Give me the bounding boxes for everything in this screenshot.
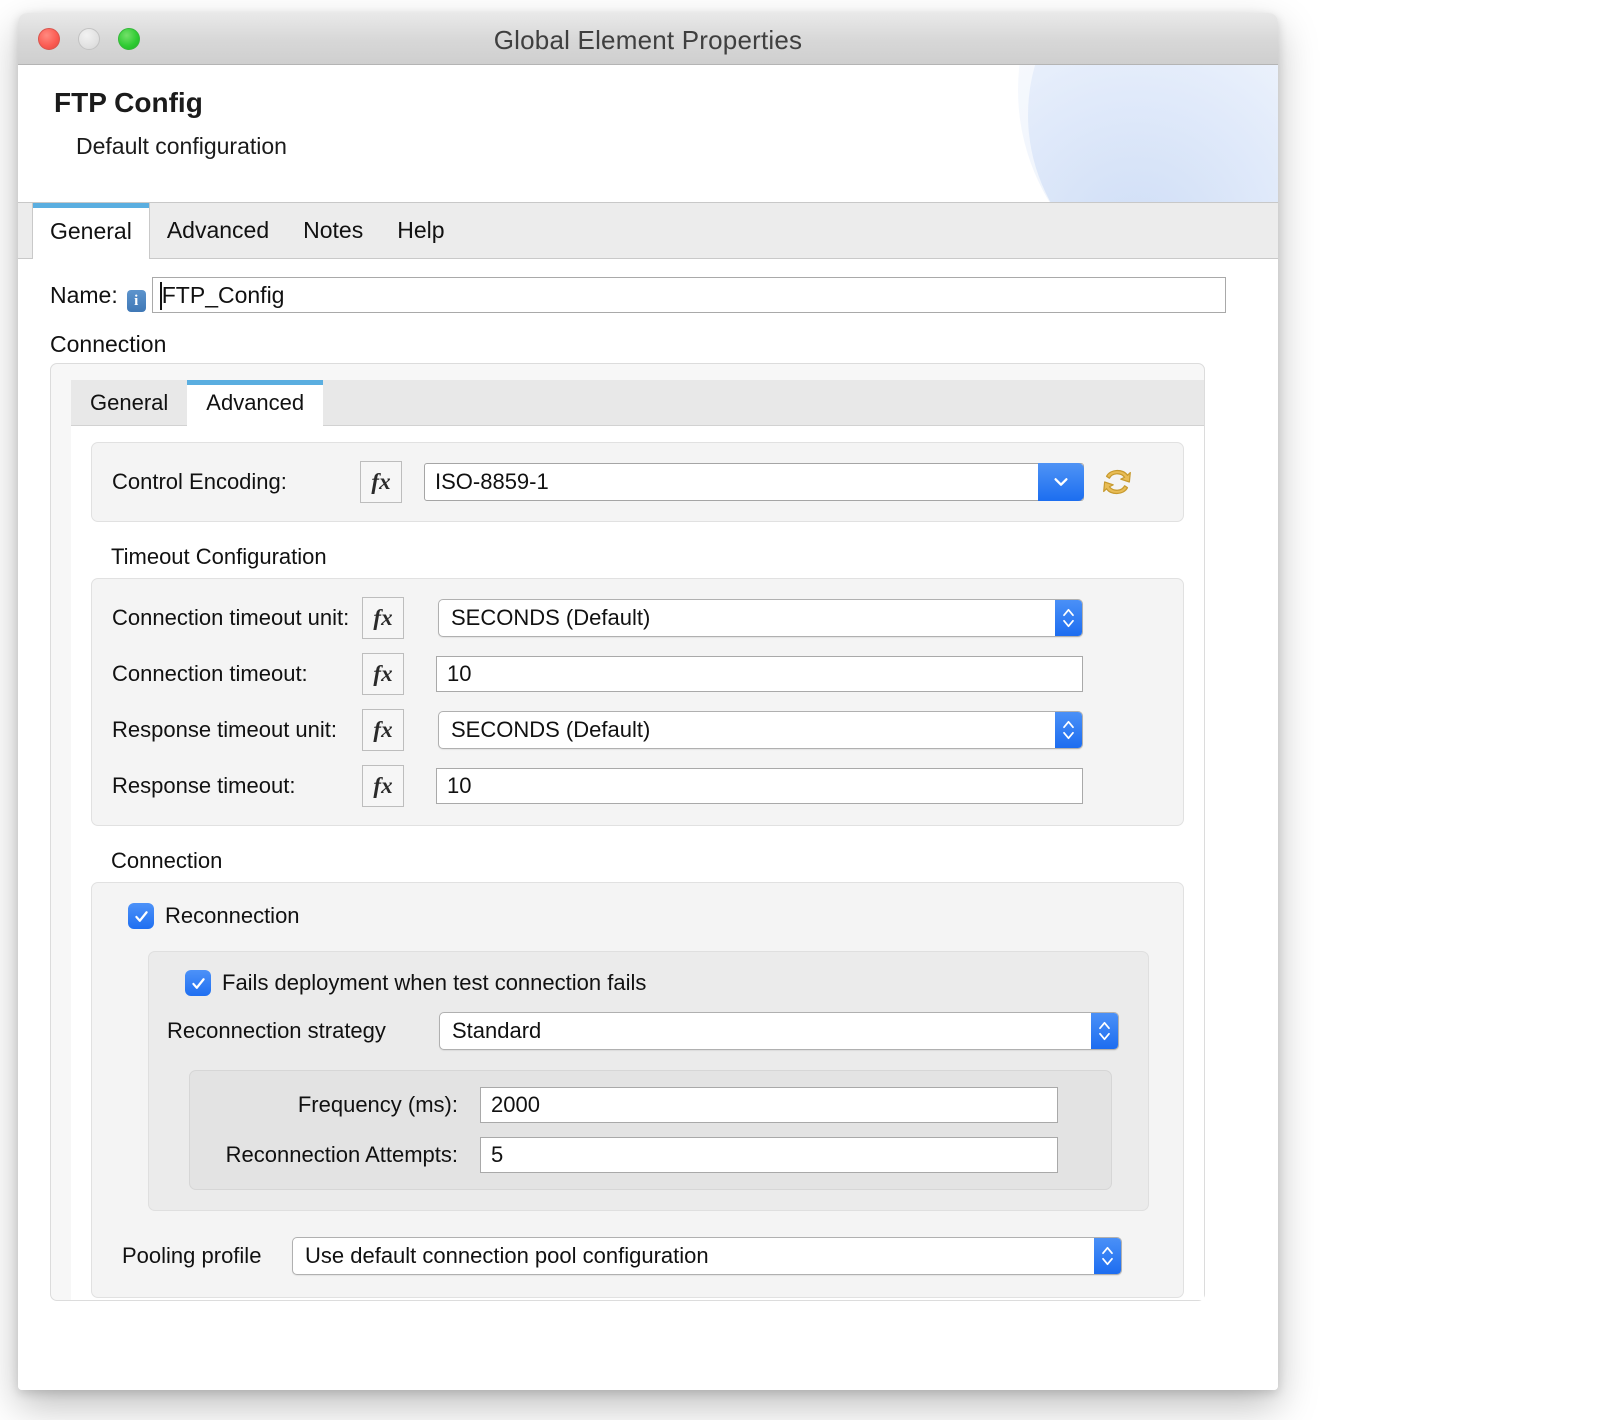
response-timeout-fx-button[interactable]: fx xyxy=(362,765,404,807)
reconnection-values-card: Frequency (ms): 2000 Reconnection Attemp… xyxy=(189,1070,1112,1190)
tab-help[interactable]: Help xyxy=(380,203,461,258)
banner-decoration-inner xyxy=(1028,65,1278,203)
screenshot-root: Global Element Properties FTP Config Def… xyxy=(0,0,1618,1420)
tab-general-label: General xyxy=(50,218,132,245)
frequency-row: Frequency (ms): 2000 xyxy=(208,1087,1093,1123)
connection-timeout-fx-button[interactable]: fx xyxy=(362,653,404,695)
connection-section-label: Connection xyxy=(50,331,166,358)
fails-deployment-checkbox-label: Fails deployment when test connection fa… xyxy=(222,970,646,996)
response-timeout-input[interactable]: 10 xyxy=(436,768,1083,804)
reconnection-attempts-input[interactable]: 5 xyxy=(480,1137,1058,1173)
reconnection-settings-card: Fails deployment when test connection fa… xyxy=(148,951,1149,1211)
inner-tab-bar: General Advanced xyxy=(71,380,1204,426)
tab-advanced[interactable]: Advanced xyxy=(150,203,286,258)
response-timeout-unit-combo[interactable]: SECONDS (Default) xyxy=(438,711,1083,749)
connection-timeout-unit-label: Connection timeout unit: xyxy=(112,605,362,631)
tab-help-label: Help xyxy=(397,217,444,244)
reconnection-attempts-row: Reconnection Attempts: 5 xyxy=(208,1137,1093,1173)
inner-tab-general-label: General xyxy=(90,390,168,416)
connection-timeout-value: 10 xyxy=(447,661,471,687)
outer-tab-bar: General Advanced Notes Help xyxy=(18,203,1278,259)
name-input-value: FTP_Config xyxy=(162,282,285,309)
content-bottom-padding xyxy=(91,1298,1184,1354)
reconnection-strategy-label: Reconnection strategy xyxy=(167,1018,439,1044)
tab-general[interactable]: General xyxy=(32,203,150,259)
connection-timeout-label: Connection timeout: xyxy=(112,661,362,687)
inner-tab-advanced[interactable]: Advanced xyxy=(187,380,323,426)
reconnection-attempts-value: 5 xyxy=(491,1142,503,1168)
frequency-label: Frequency (ms): xyxy=(208,1092,480,1118)
name-input[interactable]: FTP_Config xyxy=(152,277,1226,313)
fails-deployment-checkbox-row[interactable]: Fails deployment when test connection fa… xyxy=(185,970,1130,996)
pooling-profile-row: Pooling profile Use default connection p… xyxy=(122,1237,1163,1275)
stepper-arrows-icon[interactable] xyxy=(1094,1238,1121,1274)
response-timeout-label: Response timeout: xyxy=(112,773,362,799)
header-banner: FTP Config Default configuration xyxy=(18,65,1278,203)
timeout-configuration-card: Connection timeout unit: fx SECONDS (Def… xyxy=(91,578,1184,826)
inner-tab-advanced-label: Advanced xyxy=(206,390,304,416)
reconnection-strategy-value: Standard xyxy=(452,1018,541,1044)
pooling-profile-label: Pooling profile xyxy=(122,1243,292,1269)
reconnection-checkbox-label: Reconnection xyxy=(165,903,300,929)
reconnection-strategy-row: Reconnection strategy Standard xyxy=(167,1012,1130,1050)
page-title: FTP Config xyxy=(54,87,203,119)
pooling-profile-combo[interactable]: Use default connection pool configuratio… xyxy=(292,1237,1122,1275)
tab-notes[interactable]: Notes xyxy=(286,203,380,258)
frequency-value: 2000 xyxy=(491,1092,540,1118)
connection-group-card: Reconnection Fails deployment when test … xyxy=(91,882,1184,1298)
control-encoding-combo[interactable]: ISO-8859-1 xyxy=(424,463,1084,501)
control-encoding-fx-button[interactable]: fx xyxy=(360,461,402,503)
chevron-down-icon[interactable] xyxy=(1038,463,1084,501)
control-encoding-row: Control Encoding: fx ISO-8859-1 xyxy=(112,461,1163,503)
control-encoding-value: ISO-8859-1 xyxy=(435,469,549,495)
stepper-arrows-icon[interactable] xyxy=(1055,712,1082,748)
timeout-configuration-title: Timeout Configuration xyxy=(111,544,1184,570)
pooling-profile-value: Use default connection pool configuratio… xyxy=(305,1243,709,1269)
inner-tab-general[interactable]: General xyxy=(71,380,187,425)
text-caret xyxy=(160,282,162,310)
window-titlebar: Global Element Properties xyxy=(18,13,1278,65)
refresh-icon[interactable] xyxy=(1098,463,1136,501)
reconnection-attempts-label: Reconnection Attempts: xyxy=(208,1142,480,1168)
tab-notes-label: Notes xyxy=(303,217,363,244)
response-timeout-value: 10 xyxy=(447,773,471,799)
info-icon[interactable]: i xyxy=(127,290,146,312)
connection-timeout-unit-fx-button[interactable]: fx xyxy=(362,597,404,639)
response-timeout-unit-fx-button[interactable]: fx xyxy=(362,709,404,751)
stepper-arrows-icon[interactable] xyxy=(1091,1013,1118,1049)
response-timeout-row: Response timeout: fx 10 xyxy=(112,765,1163,807)
connection-timeout-unit-row: Connection timeout unit: fx SECONDS (Def… xyxy=(112,597,1163,639)
main-content: Name: i FTP_Config Connection General Ad… xyxy=(18,259,1278,1390)
global-element-properties-window: Global Element Properties FTP Config Def… xyxy=(18,13,1278,1390)
window-title: Global Element Properties xyxy=(18,25,1278,56)
name-label: Name: xyxy=(50,282,118,309)
control-encoding-card: Control Encoding: fx ISO-8859-1 xyxy=(91,442,1184,522)
name-row: Name: i FTP_Config xyxy=(18,277,1278,313)
response-timeout-unit-row: Response timeout unit: fx SECONDS (Defau… xyxy=(112,709,1163,751)
tab-advanced-label: Advanced xyxy=(167,217,269,244)
reconnection-checkbox-row[interactable]: Reconnection xyxy=(128,903,1163,929)
frequency-input[interactable]: 2000 xyxy=(480,1087,1058,1123)
reconnection-checkbox[interactable] xyxy=(128,903,154,929)
control-encoding-label: Control Encoding: xyxy=(112,469,360,495)
response-timeout-unit-value: SECONDS (Default) xyxy=(451,717,650,743)
page-subtitle: Default configuration xyxy=(76,133,287,160)
inner-tab-content: Control Encoding: fx ISO-8859-1 xyxy=(71,426,1204,1300)
connection-timeout-unit-value: SECONDS (Default) xyxy=(451,605,650,631)
stepper-arrows-icon[interactable] xyxy=(1055,600,1082,636)
connection-timeout-unit-combo[interactable]: SECONDS (Default) xyxy=(438,599,1083,637)
fails-deployment-checkbox[interactable] xyxy=(185,970,211,996)
connection-timeout-row: Connection timeout: fx 10 xyxy=(112,653,1163,695)
connection-timeout-input[interactable]: 10 xyxy=(436,656,1083,692)
response-timeout-unit-label: Response timeout unit: xyxy=(112,717,362,743)
reconnection-strategy-combo[interactable]: Standard xyxy=(439,1012,1119,1050)
connection-panel: General Advanced Control Encoding: fx IS… xyxy=(50,363,1205,1301)
connection-group-title: Connection xyxy=(111,848,1184,874)
